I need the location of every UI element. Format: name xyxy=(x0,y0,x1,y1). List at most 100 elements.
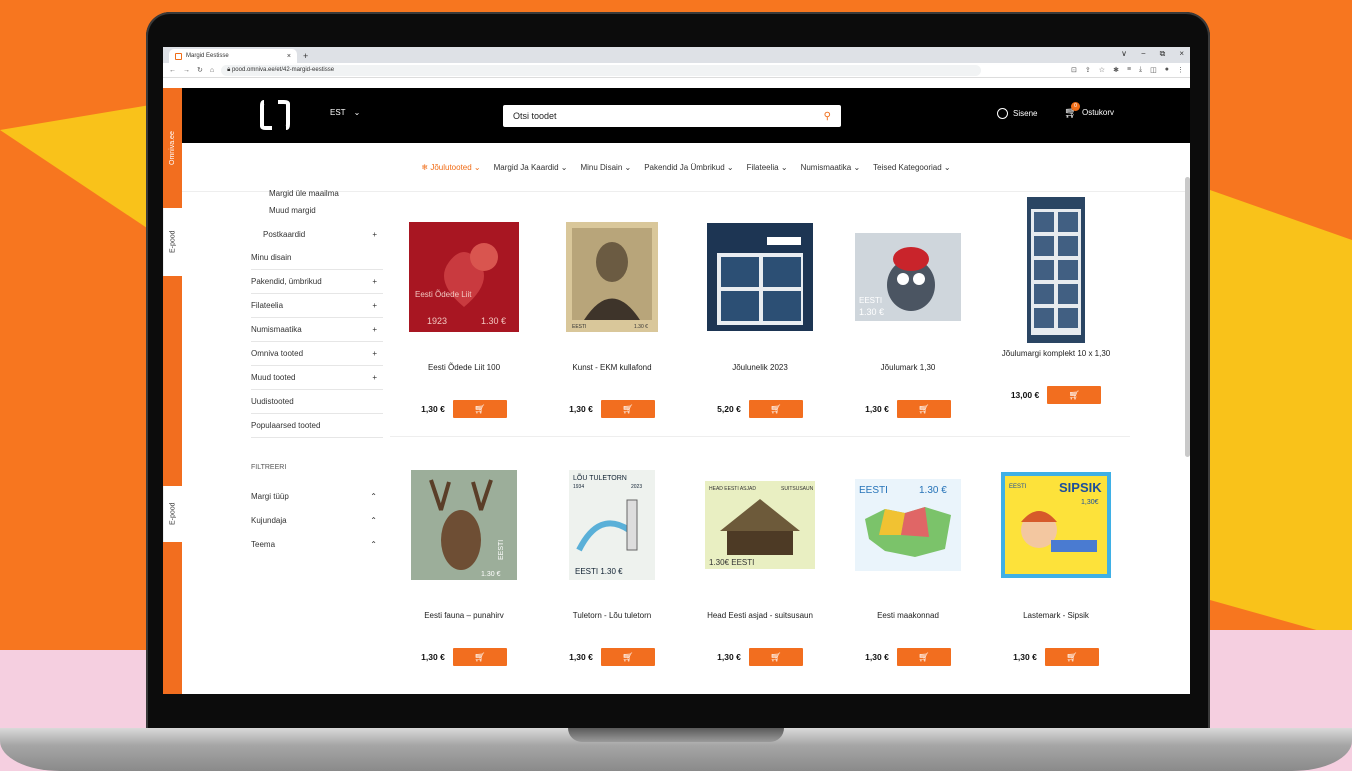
download-icon[interactable]: ⤓ xyxy=(1139,66,1142,74)
product-name[interactable]: Jõulumargi komplekt 10 x 1,30 xyxy=(1002,349,1111,358)
add-to-cart-button[interactable]: 🛒︎ xyxy=(600,648,655,666)
product-name[interactable]: Kunst - EKM kullafond xyxy=(572,363,651,372)
product-name[interactable]: Eesti maakonnad xyxy=(877,611,939,620)
expand-plus-icon[interactable]: + xyxy=(372,349,377,358)
add-to-cart-button[interactable]: 🛒︎ xyxy=(452,648,507,666)
close-tab-icon[interactable]: × xyxy=(287,53,291,60)
maximize-button[interactable]: ⧉ xyxy=(1160,49,1166,59)
add-to-cart-button[interactable]: 🛒︎ xyxy=(896,400,951,418)
product-name[interactable]: Tuletorn - Lõu tuletorn xyxy=(573,611,651,620)
product-image[interactable]: LÕU TULETORN 1934 2023 EESTI 1.30 € xyxy=(569,459,655,591)
reading-list-icon[interactable]: ≡ xyxy=(1127,66,1131,74)
login-link[interactable]: Sisene xyxy=(997,108,1037,119)
sidebar-item[interactable]: Filateelia + xyxy=(251,294,383,318)
nav-item-margid-ja-kaardid[interactable]: Margid Ja Kaardid ⌄ xyxy=(494,163,568,172)
expand-plus-icon[interactable]: + xyxy=(372,325,377,334)
product-image[interactable]: EESTI 1.30 € xyxy=(855,211,961,343)
product-image[interactable]: EESTI 1.30 € xyxy=(411,459,517,591)
add-to-cart-button[interactable]: 🛒︎ xyxy=(896,648,951,666)
product-price: 1,30 € xyxy=(421,404,445,414)
home-icon[interactable]: ⌂ xyxy=(210,67,214,74)
profile-icon[interactable]: ● xyxy=(1165,66,1169,74)
nav-item-pakendid[interactable]: Pakendid Ja Ümbrikud ⌄ xyxy=(644,163,733,172)
product-image[interactable]: EESTI 1.30 € xyxy=(855,459,961,591)
nav-item-joulutooted[interactable]: ❄ Jõulutooted ⌄ xyxy=(421,163,480,172)
add-to-cart-button[interactable]: 🛒︎ xyxy=(1047,386,1102,404)
reload-icon[interactable]: ↻ xyxy=(197,66,203,74)
page-scrollbar[interactable] xyxy=(1185,177,1190,457)
stamp-heart-icon: Eesti Õdede Liit 1923 1.30 € xyxy=(409,222,519,332)
product-image[interactable]: Eesti Õdede Liit 1923 1.30 € xyxy=(409,211,519,343)
nav-item-filateelia[interactable]: Filateelia ⌄ xyxy=(747,163,788,172)
product-image[interactable]: HEAD EESTI ASJAD SUITSUSAUN 1.30€ EESTI xyxy=(705,459,815,591)
product-name[interactable]: Eesti fauna – punahirv xyxy=(424,611,504,620)
product-image[interactable] xyxy=(1027,197,1085,343)
svg-text:1.30 €: 1.30 € xyxy=(634,324,648,330)
product-name[interactable]: Jõulunelik 2023 xyxy=(732,363,788,372)
new-tab-button[interactable]: + xyxy=(303,51,308,61)
expand-plus-icon[interactable]: + xyxy=(372,373,377,382)
expand-plus-icon[interactable]: + xyxy=(372,301,377,310)
svg-text:1.30 €: 1.30 € xyxy=(481,571,501,578)
sidebar-item[interactable]: Omniva tooted + xyxy=(251,342,383,366)
sidebar-item[interactable]: Populaarsed tooted xyxy=(251,414,383,438)
sidebar-item[interactable]: Minu disain xyxy=(251,246,383,270)
minimize-button[interactable]: − xyxy=(1141,49,1146,59)
add-to-cart-button[interactable]: 🛒︎ xyxy=(1044,648,1099,666)
tab-title: Margid Eestisse xyxy=(186,53,229,59)
product-name[interactable]: Jõulumark 1,30 xyxy=(881,363,936,372)
sidebar-item[interactable]: Pakendid, ümbrikud + xyxy=(251,270,383,294)
star-icon[interactable]: ☆ xyxy=(1099,66,1105,74)
search-input[interactable]: Otsi toodet ⚲ xyxy=(503,105,841,127)
filter-title: FILTREERI xyxy=(251,464,287,471)
add-to-cart-button[interactable]: 🛒︎ xyxy=(748,400,803,418)
puzzle-icon[interactable]: ✱ xyxy=(1113,66,1119,74)
nav-item-minu-disain[interactable]: Minu Disain ⌄ xyxy=(580,163,631,172)
browser-tab[interactable]: Margid Eestisse × xyxy=(169,49,297,63)
product-name[interactable]: Lastemark - Sipsik xyxy=(1023,611,1089,620)
side-tab-epood[interactable]: E-pood xyxy=(163,208,182,276)
extension-icons: ⊡ ⇪ ☆ ✱ ≡ ⤓ ◫ ● ⋮ xyxy=(1071,66,1184,74)
omniva-logo-icon[interactable] xyxy=(258,98,292,132)
translate-icon[interactable]: ⊡ xyxy=(1071,66,1077,74)
product-name[interactable]: Eesti Õdede Liit 100 xyxy=(428,363,500,372)
sidebar-item[interactable]: Muud tooted + xyxy=(251,366,383,390)
product-image[interactable]: EESTI 1.30 € xyxy=(566,211,658,343)
product-name[interactable]: Head Eesti asjad - suitsusaun xyxy=(707,611,813,620)
sidebar-item[interactable]: Postkaardid + xyxy=(251,222,383,246)
close-window-button[interactable]: × xyxy=(1179,49,1184,59)
tab-search-button[interactable]: ∨ xyxy=(1121,49,1127,59)
sidebar-item[interactable]: Numismaatika + xyxy=(251,318,383,342)
sidebar-item[interactable]: Margid üle maailma xyxy=(251,186,383,198)
add-to-cart-button[interactable]: 🛒︎ xyxy=(748,648,803,666)
url-field[interactable]: 🔒︎ pood.omniva.ee/et/42-margid-eestisse xyxy=(221,64,982,76)
menu-icon[interactable]: ⋮ xyxy=(1177,66,1184,74)
back-icon[interactable]: ← xyxy=(169,67,176,74)
add-to-cart-button[interactable]: 🛒︎ xyxy=(600,400,655,418)
stamp-lighthouse-icon: LÕU TULETORN 1934 2023 EESTI 1.30 € xyxy=(569,470,655,580)
filter-margi-tyyp[interactable]: Margi tüüp ⌃ xyxy=(251,484,383,508)
expand-plus-icon[interactable]: + xyxy=(372,277,377,286)
filter-kujundaja[interactable]: Kujundaja ⌃ xyxy=(251,508,383,532)
side-tab-omniva[interactable]: Omniva.ee xyxy=(163,88,182,208)
svg-text:1.30 €: 1.30 € xyxy=(859,307,884,317)
filter-teema[interactable]: Teema ⌃ xyxy=(251,532,383,556)
cart-link[interactable]: 🛒︎ 0 Ostukorv xyxy=(1064,102,1114,119)
svg-text:1923: 1923 xyxy=(427,316,447,326)
sidebar-item[interactable]: Muud margid xyxy=(251,198,383,222)
search-icon[interactable]: ⚲ xyxy=(824,111,831,122)
product-image[interactable]: EESTI SIPSIK 1,30€ xyxy=(1001,459,1111,591)
sidepanel-icon[interactable]: ◫ xyxy=(1150,66,1157,74)
nav-item-teised-kategooriad[interactable]: Teised Kategooriad ⌄ xyxy=(873,163,950,172)
language-selector[interactable]: EST ⌄ xyxy=(330,108,360,117)
sidebar-item[interactable]: Uudistooted xyxy=(251,390,383,414)
nav-item-numismaatika[interactable]: Numismaatika ⌄ xyxy=(801,163,861,172)
forward-icon[interactable]: → xyxy=(183,67,190,74)
svg-text:SIPSIK: SIPSIK xyxy=(1059,480,1102,495)
side-tab-epood-2[interactable]: E-pood xyxy=(163,486,182,542)
add-to-cart-button[interactable]: 🛒︎ xyxy=(452,400,507,418)
expand-plus-icon[interactable]: + xyxy=(372,230,377,239)
share-icon[interactable]: ⇪ xyxy=(1085,66,1091,74)
product-image[interactable] xyxy=(707,211,813,343)
product-row: EESTI 1.30 € Eesti fauna – punahirv 1,30… xyxy=(390,455,1130,685)
